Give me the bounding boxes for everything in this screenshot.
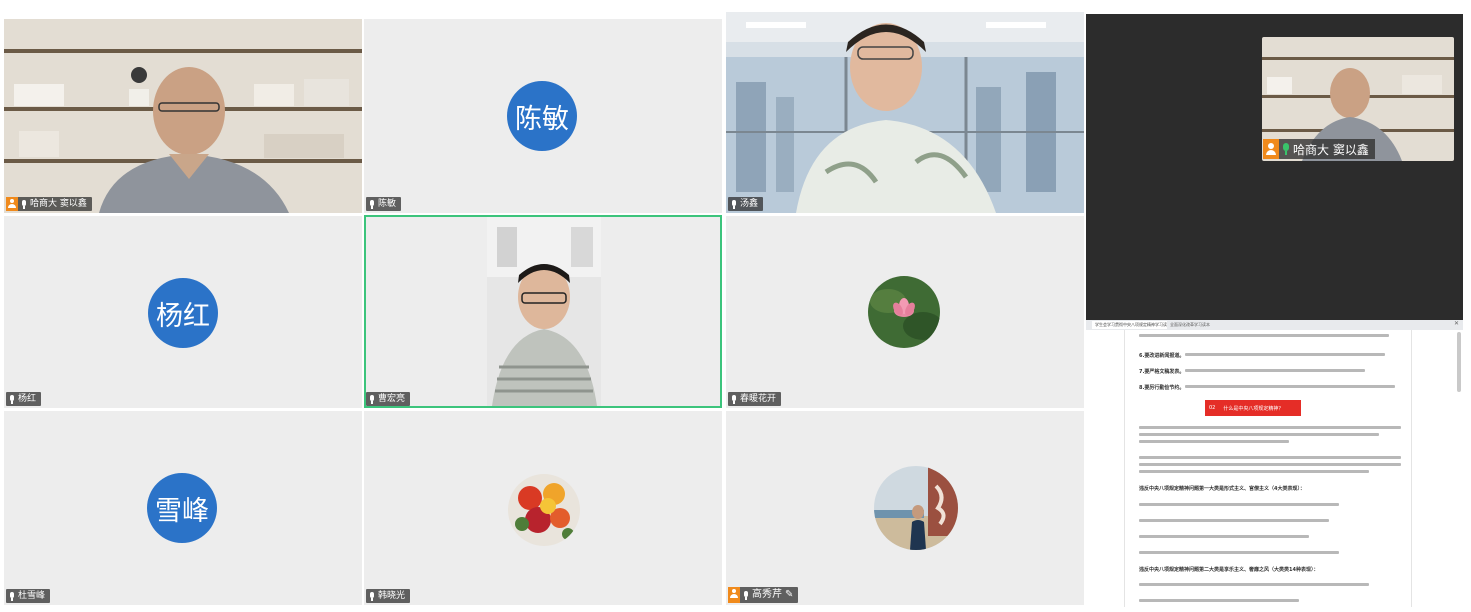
- self-view-name-tag: 哈商大 窦以鑫: [1263, 139, 1375, 159]
- participant-avatar: 雪峰: [147, 473, 217, 543]
- section-number: 02: [1209, 405, 1216, 411]
- shared-document[interactable]: 学生会学习贯彻中央八项规定精神学习读本 全面深化改革学习读本 ✕ 6.要改进新闻…: [1086, 320, 1463, 607]
- text-line: [1139, 470, 1369, 473]
- text-line: [1139, 426, 1401, 429]
- participant-name-tag: 哈商大 窦以鑫: [6, 197, 92, 211]
- participant-name-tag: 曹宏亮: [366, 392, 411, 406]
- participant-tile[interactable]: 春暖花开: [726, 216, 1084, 408]
- microphone-icon: [743, 590, 749, 600]
- host-icon: [728, 587, 740, 603]
- text-line: [1139, 551, 1339, 554]
- self-view-video[interactable]: 哈商大 窦以鑫: [1262, 37, 1454, 161]
- text-line: [1139, 334, 1389, 337]
- text-line: [1185, 369, 1365, 372]
- scrollbar[interactable]: [1457, 332, 1461, 392]
- avatar-initials: 杨红: [156, 300, 210, 332]
- participant-name-tag: 韩晓光: [366, 589, 411, 603]
- browser-tab[interactable]: 学生会学习贯彻中央八项规定精神学习读本: [1092, 321, 1167, 329]
- text-line: [1139, 463, 1401, 466]
- participant-tile[interactable]: 哈商大 窦以鑫: [4, 19, 362, 213]
- doc-heading: 违反中央八项规定精神问题第一大类是形式主义、官僚主义（4大类表现）：: [1139, 486, 1305, 492]
- microphone-icon: [731, 199, 737, 209]
- participant-name: 杨红: [18, 394, 37, 404]
- participant-avatar: 陈敏: [507, 81, 577, 151]
- text-line: [1185, 353, 1385, 356]
- avatar-initials: 陈敏: [515, 103, 569, 135]
- text-line: [1139, 535, 1309, 538]
- microphone-icon: [9, 394, 15, 404]
- microphone-icon: [369, 199, 375, 209]
- participant-tile[interactable]: 杨红 杨红: [4, 216, 362, 408]
- participant-name: 汤鑫: [740, 199, 759, 209]
- participant-name: 曹宏亮: [378, 394, 406, 404]
- participant-video: [487, 217, 601, 406]
- participant-name: 春暖花开: [740, 394, 777, 404]
- host-icon: [1263, 139, 1279, 159]
- screen-share-panel: 哈商大 窦以鑫: [1086, 14, 1463, 320]
- participant-name: 韩晓光: [378, 591, 406, 601]
- lotus-avatar-icon: [868, 276, 940, 348]
- doc-item-title: 6.要改进新闻报道。: [1139, 353, 1185, 359]
- microphone-icon: [369, 394, 375, 404]
- text-line: [1185, 385, 1395, 388]
- participant-video: [726, 12, 1084, 213]
- participant-tile[interactable]: 陈敏 陈敏: [364, 19, 722, 213]
- participant-name-tag: 春暖花开: [728, 392, 782, 406]
- text-line: [1139, 433, 1379, 436]
- text-line: [1139, 456, 1401, 459]
- participant-name: 高秀芹: [752, 589, 782, 600]
- section-title: 什么是中央八项规定精神？: [1223, 405, 1284, 412]
- text-line: [1139, 599, 1299, 602]
- participant-tile[interactable]: 高秀芹 ✎: [726, 411, 1084, 605]
- participant-name: 杜雪峰: [18, 591, 46, 601]
- participant-name-tag: 陈敏: [366, 197, 402, 211]
- participant-tile[interactable]: 雪峰 杜雪峰: [4, 411, 362, 605]
- flowers-avatar-icon: [508, 474, 580, 546]
- pencil-icon[interactable]: ✎: [785, 588, 793, 602]
- participant-avatar: 杨红: [148, 278, 218, 348]
- section-badge: 02 什么是中央八项规定精神？: [1205, 400, 1301, 416]
- browser-tab-bar: 学生会学习贯彻中央八项规定精神学习读本 全面深化改革学习读本 ✕: [1086, 320, 1463, 330]
- participant-tile[interactable]: 汤鑫: [726, 12, 1084, 213]
- participant-video: [4, 19, 362, 213]
- participant-name-tag: 高秀芹 ✎: [728, 587, 799, 603]
- browser-tab[interactable]: 全面深化改革学习读本: [1170, 321, 1240, 329]
- participant-tile-active-speaker[interactable]: 曹宏亮: [364, 215, 722, 408]
- doc-item-title: 7.要严格文稿发表。: [1139, 369, 1185, 375]
- participant-tile[interactable]: 韩晓光: [364, 411, 722, 605]
- text-line: [1139, 440, 1289, 443]
- document-page: 6.要改进新闻报道。 7.要严格文稿发表。 8.要厉行勤俭节约。 02 什么是中…: [1124, 330, 1412, 607]
- microphone-icon: [369, 591, 375, 601]
- text-line: [1139, 503, 1339, 506]
- doc-heading: 违反中央八项规定精神问题第二大类是享乐主义、奢靡之风（大类类14种表现）：: [1139, 567, 1319, 573]
- portrait-avatar-icon: [874, 466, 958, 550]
- participant-name-tag: 杨红: [6, 392, 42, 406]
- participant-name: 哈商大 窦以鑫: [1293, 142, 1369, 157]
- close-icon[interactable]: ✕: [1454, 320, 1459, 327]
- avatar-initials: 雪峰: [155, 495, 209, 527]
- participant-name: 陈敏: [378, 199, 397, 209]
- participant-name: 哈商大 窦以鑫: [30, 199, 87, 209]
- text-line: [1139, 583, 1369, 586]
- text-line: [1139, 519, 1329, 522]
- microphone-icon: [1283, 143, 1289, 155]
- participant-name-tag: 杜雪峰: [6, 589, 51, 603]
- microphone-icon: [9, 591, 15, 601]
- participant-name-tag: 汤鑫: [728, 197, 764, 211]
- doc-item-title: 8.要厉行勤俭节约。: [1139, 385, 1185, 391]
- host-icon: [6, 197, 18, 211]
- microphone-icon: [731, 394, 737, 404]
- microphone-icon: [21, 199, 27, 209]
